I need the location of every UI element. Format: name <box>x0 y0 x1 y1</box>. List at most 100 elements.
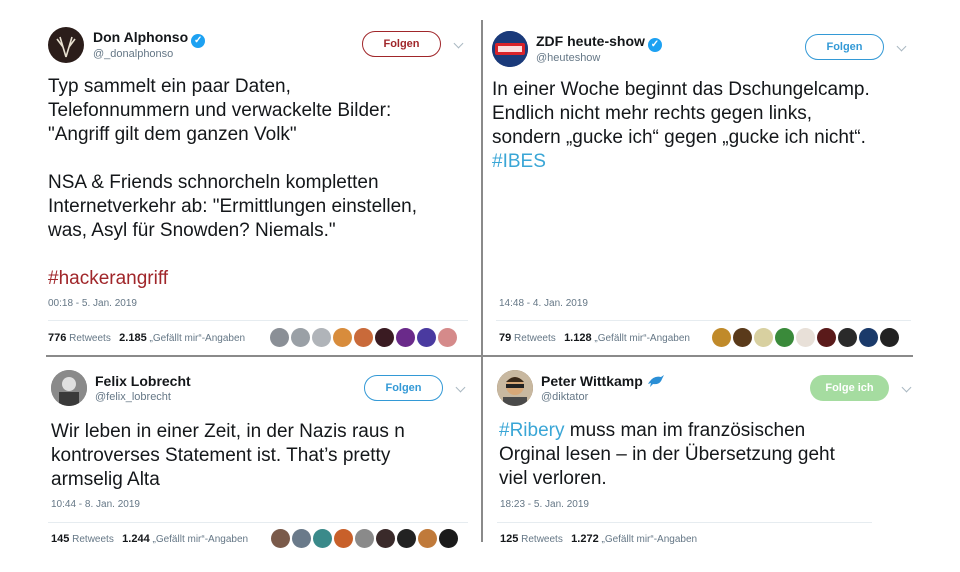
like-count[interactable]: 1.128 <box>564 332 592 344</box>
like-label: „Gefällt mir“-Angaben <box>601 534 698 545</box>
display-name[interactable]: Peter Wittkamp <box>541 373 665 391</box>
retweet-label: Retweets <box>514 333 556 344</box>
display-name-text: ZDF heute-show <box>536 33 645 49</box>
display-name-text: Don Alphonso <box>93 29 189 45</box>
timestamp[interactable]: 10:44 - 8. Jan. 2019 <box>51 499 140 510</box>
chevron-down-icon[interactable] <box>455 382 466 393</box>
liker-avatar[interactable] <box>712 328 731 347</box>
profile-photo-icon <box>51 370 87 406</box>
like-count[interactable]: 1.272 <box>571 533 599 545</box>
separator <box>496 320 911 321</box>
tweet-text-line: In einer Woche beginnt das Dschungelcamp… <box>492 79 870 100</box>
liker-avatar[interactable] <box>417 328 436 347</box>
tweet-text-line: Internetverkehr ab: "Ermittlungen einste… <box>48 196 417 217</box>
tweet-text-line: Typ sammelt ein paar Daten, <box>48 76 291 97</box>
retweet-count[interactable]: 79 <box>499 332 511 344</box>
tweet-text-line: armselig Alta <box>51 469 160 490</box>
liker-avatar[interactable] <box>333 328 352 347</box>
liker-avatar[interactable] <box>439 529 458 548</box>
liker-avatar[interactable] <box>396 328 415 347</box>
engagement-stats: 776 Retweets 2.185 „Gefällt mir“-Angaben <box>48 332 245 344</box>
tweet-text-line: Endlich nicht mehr rechts gegen links, <box>492 103 812 124</box>
engagement-stats: 125 Retweets 1.272 „Gefällt mir“-Angaben <box>500 533 697 545</box>
liker-avatar[interactable] <box>292 529 311 548</box>
dolphin-icon <box>647 374 665 391</box>
liker-avatar[interactable] <box>838 328 857 347</box>
avatar[interactable] <box>48 27 84 63</box>
engagement-stats: 145 Retweets 1.244 „Gefällt mir“-Angaben <box>51 533 248 545</box>
like-label: „Gefällt mir“-Angaben <box>149 333 246 344</box>
liker-avatar[interactable] <box>375 328 394 347</box>
liker-avatar[interactable] <box>418 529 437 548</box>
retweet-label: Retweets <box>72 534 114 545</box>
liker-avatar[interactable] <box>397 529 416 548</box>
display-name[interactable]: Felix Lobrecht <box>95 373 191 389</box>
hashtag-link[interactable]: #Ribery <box>499 420 564 441</box>
engagement-stats: 79 Retweets 1.128 „Gefällt mir“-Angaben <box>499 332 690 344</box>
hashtag-link[interactable]: #hackerangriff <box>48 268 168 289</box>
avatar[interactable] <box>51 370 87 406</box>
display-name[interactable]: Don Alphonso ✓ <box>93 29 206 48</box>
chevron-down-icon[interactable] <box>453 38 464 49</box>
liker-avatar[interactable] <box>817 328 836 347</box>
timestamp[interactable]: 14:48 - 4. Jan. 2019 <box>499 298 588 309</box>
retweet-label: Retweets <box>521 534 563 545</box>
tweet-text-line <box>48 243 473 267</box>
handle[interactable]: @_donalphonso <box>93 48 173 60</box>
retweet-count[interactable]: 776 <box>48 332 66 344</box>
tweet-text: #Ribery muss man im französischen Orgina… <box>499 419 919 491</box>
display-name[interactable]: ZDF heute-show ✓ <box>536 33 662 52</box>
liker-avatar[interactable] <box>355 529 374 548</box>
chevron-down-icon[interactable] <box>901 382 912 393</box>
liker-avatars <box>712 328 899 347</box>
tweet-text-line: was, Asyl für Snowden? Niemals." <box>48 220 336 241</box>
liker-avatar[interactable] <box>271 529 290 548</box>
like-count[interactable]: 1.244 <box>122 533 150 545</box>
liker-avatar[interactable] <box>313 529 332 548</box>
liker-avatar[interactable] <box>859 328 878 347</box>
timestamp[interactable]: 18:23 - 5. Jan. 2019 <box>500 499 589 510</box>
heute-show-logo-icon <box>492 31 528 67</box>
retweet-count[interactable]: 125 <box>500 533 518 545</box>
tweet-text-line: muss man im französischen <box>569 420 806 441</box>
liker-avatar[interactable] <box>775 328 794 347</box>
follow-button[interactable]: Folgen <box>362 31 441 57</box>
follow-button[interactable]: Folgen <box>805 34 884 60</box>
retweet-count[interactable]: 145 <box>51 533 69 545</box>
vertical-divider <box>481 20 483 542</box>
handle[interactable]: @diktator <box>541 391 588 403</box>
horizontal-divider-right <box>483 355 913 357</box>
following-button[interactable]: Folge ich <box>810 375 889 401</box>
like-label: „Gefällt mir“-Angaben <box>594 333 690 344</box>
liker-avatar[interactable] <box>270 328 289 347</box>
avatar[interactable] <box>492 31 528 67</box>
separator <box>48 522 468 523</box>
liker-avatar[interactable] <box>376 529 395 548</box>
timestamp[interactable]: 00:18 - 5. Jan. 2019 <box>48 298 137 309</box>
display-name-text: Peter Wittkamp <box>541 373 643 389</box>
like-count[interactable]: 2.185 <box>119 332 147 344</box>
liker-avatar[interactable] <box>334 529 353 548</box>
liker-avatar[interactable] <box>880 328 899 347</box>
follow-button[interactable]: Folgen <box>364 375 443 401</box>
separator <box>497 522 872 523</box>
liker-avatar[interactable] <box>354 328 373 347</box>
tweet-text: Wir leben in einer Zeit, in der Nazis ra… <box>51 420 471 492</box>
liker-avatar[interactable] <box>312 328 331 347</box>
liker-avatars <box>271 529 458 548</box>
handle[interactable]: @heuteshow <box>536 52 600 64</box>
avatar[interactable] <box>497 370 533 406</box>
liker-avatar[interactable] <box>754 328 773 347</box>
tweet-text-line: Telefonnummern und verwackelte Bilder: <box>48 100 392 121</box>
liker-avatar[interactable] <box>438 328 457 347</box>
liker-avatar[interactable] <box>796 328 815 347</box>
tweet-text-line: Orginal lesen – in der Übersetzung geht <box>499 444 835 465</box>
liker-avatar[interactable] <box>291 328 310 347</box>
handle[interactable]: @felix_lobrecht <box>95 391 171 403</box>
chevron-down-icon[interactable] <box>896 41 907 52</box>
tweet-text-line: Wir leben in einer Zeit, in der Nazis ra… <box>51 421 405 442</box>
tweet-text-line: "Angriff gilt dem ganzen Volk" <box>48 124 297 145</box>
tweet-text-line: kontroverses Statement ist. That’s prett… <box>51 445 391 466</box>
liker-avatar[interactable] <box>733 328 752 347</box>
hashtag-link[interactable]: #IBES <box>492 151 546 172</box>
